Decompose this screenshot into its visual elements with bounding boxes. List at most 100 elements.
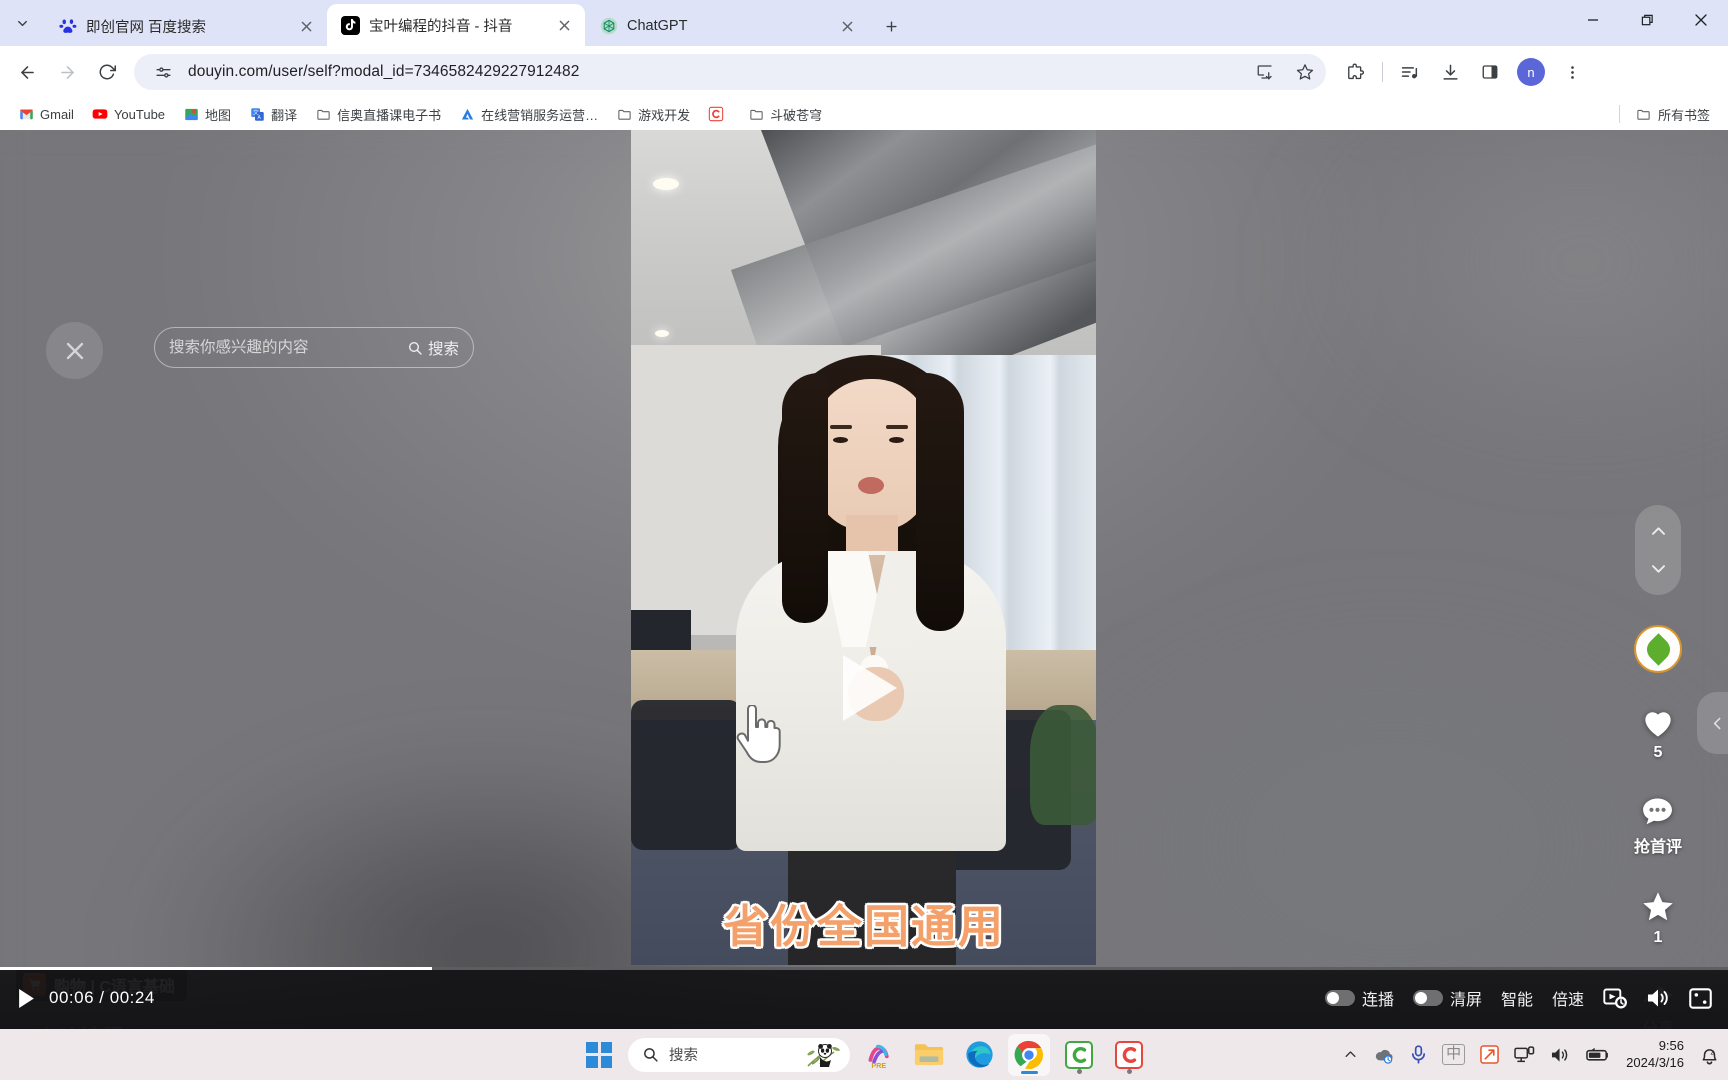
person-eye xyxy=(833,437,848,443)
bookmark-folder-gamedev[interactable]: 游戏开发 xyxy=(608,101,698,128)
video-plant xyxy=(1030,705,1096,825)
profile-avatar-leaf-icon[interactable] xyxy=(1634,625,1682,673)
clean-screen-toggle[interactable]: 清屏 xyxy=(1412,986,1482,1010)
tab-close-button[interactable] xyxy=(295,15,317,37)
network-icon[interactable] xyxy=(1514,1045,1535,1064)
chrome-browser-window: 即创官网 百度搜索 宝叶编程的抖音 - 抖音 ChatGPT douyin.co… xyxy=(0,0,1728,1029)
bell-dnd-icon[interactable]: z xyxy=(1699,1045,1720,1065)
translate-icon: 文A xyxy=(249,106,265,122)
toggle-switch[interactable] xyxy=(1412,990,1443,1006)
search-submit-button[interactable]: 搜索 xyxy=(407,337,459,359)
tab-search-button[interactable] xyxy=(0,0,44,46)
clock[interactable]: 9:56 2024/3/16 xyxy=(1626,1038,1684,1071)
chevron-left-icon[interactable] xyxy=(1697,692,1728,754)
search-input[interactable] xyxy=(169,338,407,357)
profile-avatar[interactable]: n xyxy=(1517,58,1545,86)
back-icon[interactable] xyxy=(8,53,46,91)
autoplay-label: 连播 xyxy=(1361,992,1394,1009)
tab-close-button[interactable] xyxy=(553,14,575,36)
fullscreen-icon[interactable] xyxy=(1689,987,1712,1009)
pointer-hand-icon xyxy=(735,705,781,763)
start-button[interactable] xyxy=(578,1034,620,1076)
play-triangle-icon[interactable] xyxy=(843,655,897,721)
reload-icon[interactable] xyxy=(88,53,126,91)
app-red-icon xyxy=(1115,1040,1143,1069)
bookmark-gmail[interactable]: Gmail xyxy=(10,102,82,126)
close-window-button[interactable] xyxy=(1674,0,1728,40)
playback-speed-button[interactable]: 倍速 xyxy=(1552,986,1584,1010)
bookmark-c-app[interactable] xyxy=(700,102,738,126)
install-app-icon[interactable] xyxy=(1250,57,1280,87)
running-indicator xyxy=(1126,1068,1132,1074)
search-input-wrapper[interactable]: 搜索 xyxy=(154,327,474,368)
person-eye xyxy=(889,437,904,443)
bookmark-youtube[interactable]: YouTube xyxy=(84,102,173,126)
kebab-menu-icon[interactable] xyxy=(1553,53,1591,91)
smart-quality-button[interactable]: 智能 xyxy=(1501,986,1533,1010)
person-hair-front xyxy=(782,373,828,623)
video-nav-pill xyxy=(1635,505,1681,595)
taskbar-app-file-explorer[interactable] xyxy=(908,1034,950,1076)
video-player[interactable] xyxy=(631,130,1096,965)
taskbar-app-red[interactable] xyxy=(1108,1034,1150,1076)
taskbar-app-chrome[interactable] xyxy=(1008,1033,1050,1076)
chevron-up-icon[interactable] xyxy=(1649,522,1668,541)
video-player-bar: 00:06 / 00:24 连播 清屏 智能 倍速 xyxy=(0,967,1728,1029)
progress-track[interactable] xyxy=(0,967,1728,970)
all-bookmarks-button[interactable]: 所有书签 xyxy=(1628,101,1718,128)
record-clock-icon[interactable] xyxy=(1603,987,1627,1009)
star-icon[interactable] xyxy=(1290,57,1320,87)
taskbar-app-green[interactable] xyxy=(1058,1034,1100,1076)
tab-douyin[interactable]: 宝叶编程的抖音 - 抖音 xyxy=(327,4,585,46)
maximize-button[interactable] xyxy=(1620,0,1674,40)
ime-chinese-icon[interactable]: 中 xyxy=(1442,1044,1466,1065)
like-button[interactable]: 5 xyxy=(1641,707,1675,762)
favorite-button[interactable]: 1 xyxy=(1641,891,1675,947)
forward-icon[interactable] xyxy=(48,53,86,91)
taskbar-app-edge[interactable] xyxy=(958,1034,1000,1076)
c-red-icon xyxy=(708,106,724,122)
tune-icon[interactable] xyxy=(148,57,178,87)
onedrive-icon[interactable] xyxy=(1373,1046,1395,1064)
chevron-down-icon[interactable] xyxy=(1649,559,1668,578)
address-bar[interactable]: douyin.com/user/self?modal_id=7346582429… xyxy=(134,54,1326,90)
clean-screen-label: 清屏 xyxy=(1449,992,1482,1009)
folder-icon xyxy=(1636,106,1652,122)
autoplay-toggle[interactable]: 连播 xyxy=(1324,986,1394,1010)
chevron-up-icon[interactable] xyxy=(1343,1047,1358,1062)
ceiling-light xyxy=(653,178,679,190)
bookmark-folder-doupo[interactable]: 斗破苍穹 xyxy=(740,101,830,128)
bookmark-maps[interactable]: 地图 xyxy=(175,101,239,128)
bookmark-marketing[interactable]: 在线营销服务运营… xyxy=(451,101,606,128)
person-hair-front xyxy=(916,373,964,631)
volume-icon[interactable] xyxy=(1646,987,1670,1009)
ime-arrow-icon[interactable] xyxy=(1480,1045,1499,1064)
volume-icon[interactable] xyxy=(1550,1046,1571,1064)
toggle-switch[interactable] xyxy=(1324,990,1355,1006)
downloads-icon[interactable] xyxy=(1431,53,1469,91)
comment-button[interactable]: 抢首评 xyxy=(1634,796,1682,857)
tab-chatgpt[interactable]: ChatGPT xyxy=(585,6,868,46)
minimize-button[interactable] xyxy=(1566,0,1620,40)
running-indicator xyxy=(1020,1070,1038,1074)
system-tray: 中 9:56 2024/3/16 z xyxy=(1343,1038,1720,1071)
media-control-icon[interactable] xyxy=(1391,53,1429,91)
tab-close-button[interactable] xyxy=(836,15,858,37)
tab-baidu[interactable]: 即创官网 百度搜索 xyxy=(44,6,327,46)
taskbar-search-box[interactable]: 搜索 xyxy=(628,1037,850,1072)
new-tab-button[interactable] xyxy=(874,9,908,43)
taskbar-app-copilot[interactable]: PRE xyxy=(858,1034,900,1076)
bookmark-folder-xinao[interactable]: 信奥直播课电子书 xyxy=(307,101,449,128)
side-panel-icon[interactable] xyxy=(1471,53,1509,91)
bookmark-label: 信奥直播课电子书 xyxy=(337,107,442,123)
extensions-icon[interactable] xyxy=(1336,53,1374,91)
person-face xyxy=(814,379,930,531)
microphone-icon[interactable] xyxy=(1410,1045,1427,1064)
close-x-icon[interactable] xyxy=(46,322,103,379)
folder-icon xyxy=(748,106,764,122)
person-mouth xyxy=(858,477,884,494)
maps-icon xyxy=(183,106,199,122)
battery-icon[interactable] xyxy=(1586,1047,1611,1063)
play-icon[interactable] xyxy=(18,988,35,1008)
bookmark-translate[interactable]: 文A 翻译 xyxy=(241,101,305,128)
